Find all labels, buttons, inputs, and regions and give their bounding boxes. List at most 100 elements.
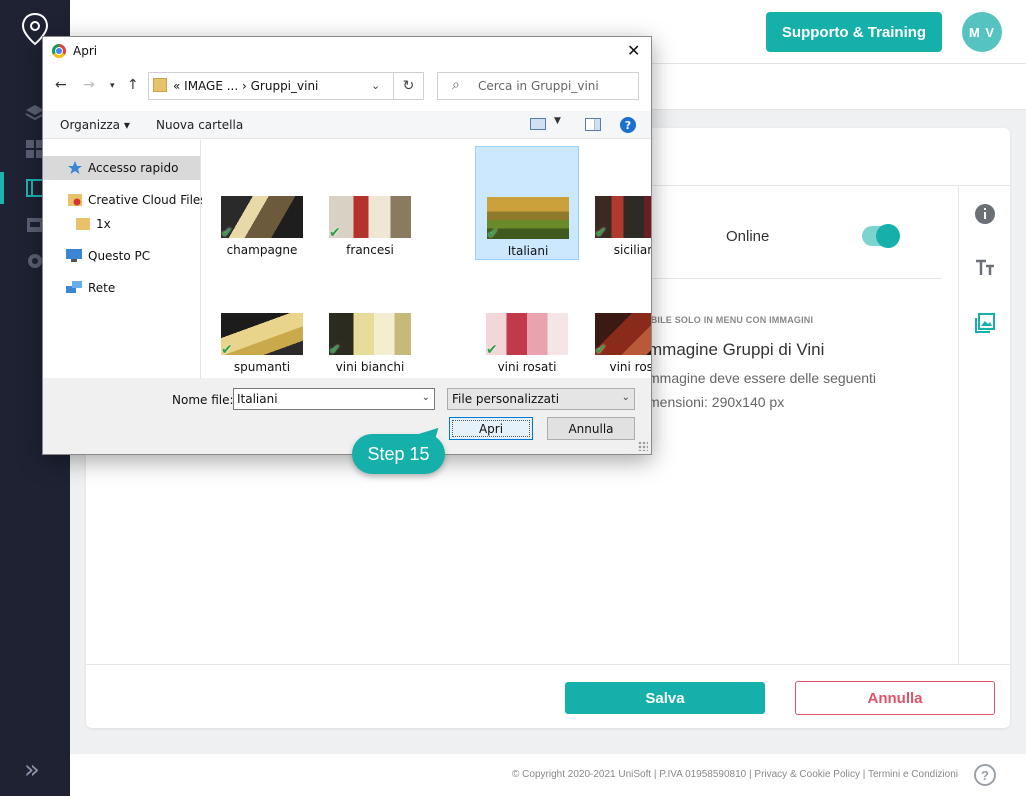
nav-item-label: Questo PC (88, 249, 151, 263)
sync-check-icon: ✔ (486, 342, 498, 355)
filetype-select[interactable]: File personalizzati ⌄ (447, 388, 635, 410)
open-button[interactable]: Apri (449, 417, 533, 440)
cancel-button[interactable]: Annulla (795, 681, 995, 715)
folder-icon (76, 218, 90, 230)
dialog-footer: Nome file: Italiani ⌄ File personalizzat… (43, 378, 651, 454)
file-item[interactable]: ✔ champagne (210, 146, 314, 260)
thumbnail-spumanti: ✔ (221, 313, 303, 355)
image-dimensions: mensioni: 290x140 px (648, 394, 785, 410)
chevron-down-icon[interactable]: ⌄ (371, 79, 380, 92)
new-folder-button[interactable]: Nuova cartella (156, 118, 243, 132)
nav-item-creative-cloud[interactable]: Creative Cloud Files (43, 188, 207, 212)
thumbnail-vini-rossi: ✔ (595, 313, 651, 355)
online-toggle[interactable] (862, 224, 900, 248)
network-icon (66, 281, 82, 293)
refresh-icon[interactable]: ↻ (394, 72, 424, 100)
file-item[interactable]: ✔ spumanti (210, 263, 314, 377)
file-name: vini rossi (609, 360, 651, 374)
image-note: IBILE SOLO IN MENU CON IMMAGINI (648, 315, 814, 325)
info-icon[interactable] (974, 203, 996, 225)
star-icon (68, 161, 82, 174)
address-bar[interactable]: « IMAGE ... › Gruppi_vini ⌄ (148, 72, 394, 100)
thumbnail-vini-rosati: ✔ (486, 313, 568, 355)
back-arrow-icon[interactable]: ← (55, 77, 67, 93)
filetype-value: File personalizzati (452, 392, 560, 406)
sync-check-icon: ✔ (595, 225, 607, 238)
image-title: mmagine Gruppi di Vini (648, 340, 825, 359)
forward-arrow-icon[interactable]: → (83, 77, 95, 93)
chevron-down-icon[interactable]: ▼ (554, 116, 561, 126)
computer-icon (66, 249, 82, 262)
nav-item-label: Rete (88, 281, 116, 295)
nav-item-quick-access[interactable]: Accesso rapido (43, 156, 200, 180)
file-name: spumanti (233, 360, 291, 374)
recent-locations-icon[interactable]: ▾ (110, 81, 115, 91)
thumbnail-vini-bianchi: ✔ (329, 313, 411, 355)
sync-check-icon: ✔ (329, 342, 341, 355)
dialog-cancel-button[interactable]: Annulla (547, 417, 635, 440)
expand-sidebar-icon[interactable]: » (24, 755, 40, 785)
sync-check-icon: ✔ (221, 225, 233, 238)
thumbnail-siciliani: ✔ (595, 196, 651, 238)
file-name: vini bianchi (335, 360, 405, 374)
file-item[interactable]: ✔ vini bianchi (318, 263, 422, 377)
nav-item-label: Accesso rapido (88, 161, 179, 175)
folder-icon (153, 78, 167, 92)
preview-pane-icon[interactable] (585, 118, 601, 131)
file-name: siciliani (613, 243, 651, 257)
support-training-button[interactable]: Supporto & Training (766, 12, 942, 52)
image-icon[interactable] (974, 312, 996, 334)
navigation-pane: Accesso rapido Creative Cloud Files 1x Q… (43, 140, 207, 378)
dialog-toolbar: Organizza ▾ Nuova cartella ▼ ? (43, 111, 651, 139)
text-size-icon[interactable] (974, 257, 996, 279)
file-name: Italiani (507, 244, 549, 258)
toggle-knob (876, 224, 900, 248)
step-callout: Step 15 (352, 434, 445, 474)
file-item[interactable]: ✔ vini rosati (475, 263, 579, 377)
file-name: francesi (346, 243, 394, 257)
divider (958, 186, 959, 664)
file-list: ✔ champagne ✔ francesi ✔ Italiani ✔ sici… (202, 140, 651, 378)
file-item[interactable]: ✔ vini rossi (584, 263, 651, 377)
filename-input[interactable]: Italiani ⌄ (233, 388, 435, 410)
view-mode-icon[interactable] (530, 118, 546, 130)
divider (646, 278, 942, 279)
nav-item-label: 1x (96, 217, 111, 231)
up-arrow-icon[interactable]: ↑ (127, 77, 139, 93)
online-label: Online (726, 228, 770, 245)
sync-check-icon: ✔ (221, 342, 233, 355)
file-open-dialog: Apri ✕ ← → ▾ ↑ « IMAGE ... › Gruppi_vini… (42, 36, 652, 455)
search-icon: ⌕ (452, 77, 460, 93)
nav-item-network[interactable]: Rete (43, 276, 200, 300)
help-icon[interactable]: ? (974, 764, 996, 786)
resize-grip-icon[interactable] (638, 441, 648, 451)
search-input[interactable]: ⌕ Cerca in Gruppi_vini (437, 72, 639, 100)
footer-copyright[interactable]: © Copyright 2020-2021 UniSoft | P.IVA 01… (512, 769, 958, 780)
active-indicator (0, 172, 4, 204)
creative-cloud-folder-icon (68, 194, 82, 206)
file-name: vini rosati (497, 360, 557, 374)
file-item[interactable]: ✔ francesi (318, 146, 422, 260)
search-placeholder: Cerca in Gruppi_vini (478, 79, 599, 93)
organize-menu[interactable]: Organizza ▾ (60, 118, 130, 132)
help-icon[interactable]: ? (620, 117, 636, 133)
divider (86, 664, 1010, 665)
save-button[interactable]: Salva (565, 682, 765, 714)
nav-item-1x[interactable]: 1x (43, 212, 200, 236)
thumbnail-champagne: ✔ (221, 196, 303, 238)
chevron-down-icon[interactable]: ⌄ (622, 392, 630, 403)
chevron-down-icon[interactable]: ⌄ (422, 392, 430, 403)
dialog-title: Apri (73, 44, 98, 58)
thumbnail-italiani: ✔ (487, 197, 569, 239)
breadcrumb[interactable]: « IMAGE ... › Gruppi_vini (173, 79, 318, 93)
nav-item-this-pc[interactable]: Questo PC (43, 244, 200, 268)
sync-check-icon: ✔ (595, 342, 607, 355)
close-icon[interactable]: ✕ (627, 41, 640, 60)
sync-check-icon: ✔ (329, 225, 341, 238)
footer: © Copyright 2020-2021 UniSoft | P.IVA 01… (70, 754, 1026, 796)
file-item-selected[interactable]: ✔ Italiani (475, 146, 579, 260)
file-name: champagne (226, 243, 298, 257)
file-item[interactable]: ✔ siciliani (584, 146, 651, 260)
filename-label: Nome file: (172, 393, 234, 407)
avatar[interactable]: M V (962, 12, 1002, 52)
